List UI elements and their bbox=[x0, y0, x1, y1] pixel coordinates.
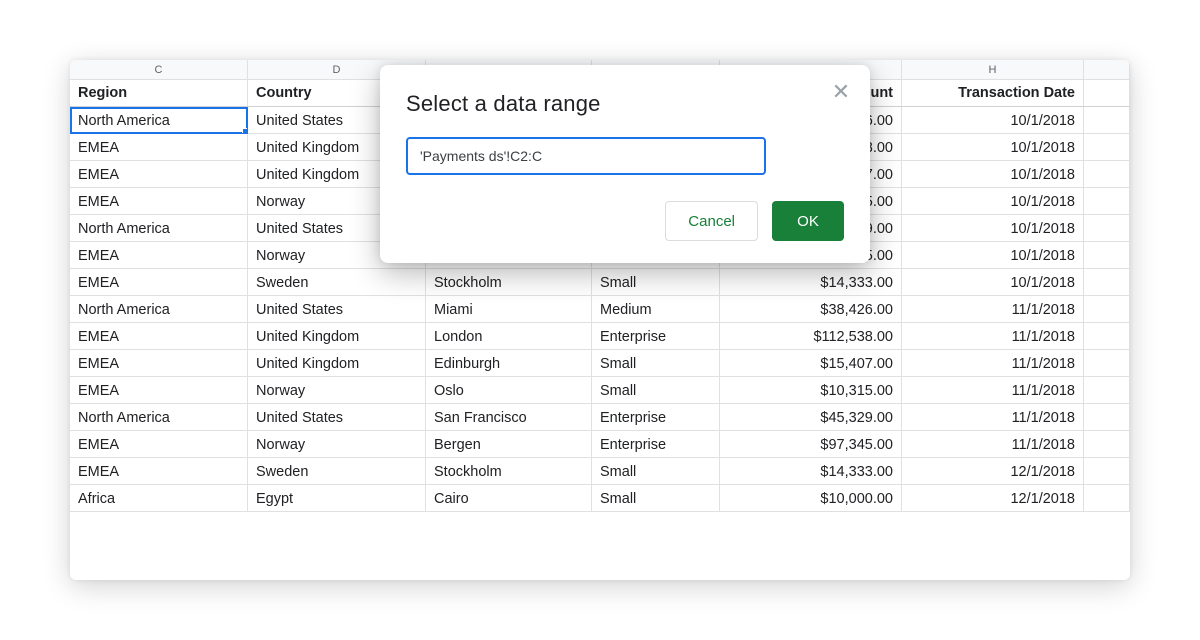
cell-empty[interactable] bbox=[1084, 296, 1130, 323]
cell-region[interactable]: EMEA bbox=[70, 188, 248, 215]
cell-date[interactable]: 10/1/2018 bbox=[902, 107, 1084, 134]
cell-amount[interactable]: $10,315.00 bbox=[720, 377, 902, 404]
cell-amount[interactable]: $14,333.00 bbox=[720, 458, 902, 485]
column-header[interactable]: Transaction Date bbox=[902, 80, 1084, 107]
ok-button[interactable]: OK bbox=[772, 201, 844, 241]
cell-date[interactable]: 10/1/2018 bbox=[902, 269, 1084, 296]
cell-tier[interactable]: Small bbox=[592, 377, 720, 404]
cell-date[interactable]: 11/1/2018 bbox=[902, 323, 1084, 350]
cell-city[interactable]: San Francisco bbox=[426, 404, 592, 431]
cell-country[interactable]: United Kingdom bbox=[248, 323, 426, 350]
cell-empty[interactable] bbox=[1084, 323, 1130, 350]
cell-country[interactable]: Sweden bbox=[248, 458, 426, 485]
cell-region[interactable]: EMEA bbox=[70, 458, 248, 485]
cell-city[interactable]: Stockholm bbox=[426, 269, 592, 296]
cell-amount[interactable]: $14,333.00 bbox=[720, 269, 902, 296]
cell-empty[interactable] bbox=[1084, 161, 1130, 188]
col-letter-c[interactable]: C bbox=[70, 60, 248, 79]
cell-amount[interactable]: $97,345.00 bbox=[720, 431, 902, 458]
cell-region[interactable]: North America bbox=[70, 404, 248, 431]
cell-region[interactable]: EMEA bbox=[70, 377, 248, 404]
cell-empty[interactable] bbox=[1084, 107, 1130, 134]
cell-amount[interactable]: $15,407.00 bbox=[720, 350, 902, 377]
cell-date[interactable]: 10/1/2018 bbox=[902, 188, 1084, 215]
dialog-button-row: Cancel OK bbox=[406, 201, 844, 241]
cell-region[interactable]: North America bbox=[70, 296, 248, 323]
cell-amount[interactable]: $45,329.00 bbox=[720, 404, 902, 431]
col-letter-i[interactable] bbox=[1084, 60, 1130, 79]
cell-amount[interactable]: $10,000.00 bbox=[720, 485, 902, 512]
cell-tier[interactable]: Small bbox=[592, 269, 720, 296]
cell-date[interactable]: 11/1/2018 bbox=[902, 431, 1084, 458]
cell-date[interactable]: 11/1/2018 bbox=[902, 377, 1084, 404]
cell-region[interactable]: EMEA bbox=[70, 242, 248, 269]
cell-city[interactable]: Miami bbox=[426, 296, 592, 323]
cell-country[interactable]: Norway bbox=[248, 377, 426, 404]
cell-country[interactable]: Sweden bbox=[248, 269, 426, 296]
cell-tier[interactable]: Small bbox=[592, 458, 720, 485]
cell-city[interactable]: Cairo bbox=[426, 485, 592, 512]
cell-empty[interactable] bbox=[1084, 485, 1130, 512]
cell-empty[interactable] bbox=[1084, 350, 1130, 377]
cell-empty[interactable] bbox=[1084, 377, 1130, 404]
cell-region[interactable]: EMEA bbox=[70, 431, 248, 458]
cell-amount[interactable]: $112,538.00 bbox=[720, 323, 902, 350]
cell-region[interactable]: North America bbox=[70, 215, 248, 242]
close-icon[interactable]: ✕ bbox=[830, 81, 852, 103]
cell-empty[interactable] bbox=[1084, 404, 1130, 431]
cell-city[interactable]: Oslo bbox=[426, 377, 592, 404]
cell-region[interactable]: EMEA bbox=[70, 134, 248, 161]
select-data-range-dialog: ✕ Select a data range Cancel OK bbox=[380, 65, 870, 263]
cell-tier[interactable]: Medium bbox=[592, 296, 720, 323]
dialog-title: Select a data range bbox=[406, 91, 844, 117]
cell-city[interactable]: London bbox=[426, 323, 592, 350]
cell-empty[interactable] bbox=[1084, 242, 1130, 269]
cell-country[interactable]: United States bbox=[248, 404, 426, 431]
cell-amount[interactable]: $38,426.00 bbox=[720, 296, 902, 323]
cell-date[interactable]: 10/1/2018 bbox=[902, 134, 1084, 161]
cell-date[interactable]: 10/1/2018 bbox=[902, 215, 1084, 242]
cell-tier[interactable]: Enterprise bbox=[592, 404, 720, 431]
cell-tier[interactable]: Enterprise bbox=[592, 323, 720, 350]
cell-empty[interactable] bbox=[1084, 431, 1130, 458]
cell-date[interactable]: 11/1/2018 bbox=[902, 404, 1084, 431]
cell-date[interactable]: 12/1/2018 bbox=[902, 458, 1084, 485]
cell-date[interactable]: 11/1/2018 bbox=[902, 350, 1084, 377]
column-header[interactable] bbox=[1084, 80, 1130, 107]
cell-empty[interactable] bbox=[1084, 269, 1130, 296]
cell-date[interactable]: 11/1/2018 bbox=[902, 296, 1084, 323]
spreadsheet-card: C D E F G H RegionCountryCityTierAmountT… bbox=[70, 60, 1130, 580]
cell-date[interactable]: 10/1/2018 bbox=[902, 161, 1084, 188]
cell-region[interactable]: EMEA bbox=[70, 269, 248, 296]
cell-country[interactable]: Egypt bbox=[248, 485, 426, 512]
cell-region[interactable]: EMEA bbox=[70, 350, 248, 377]
cell-tier[interactable]: Small bbox=[592, 350, 720, 377]
cell-empty[interactable] bbox=[1084, 134, 1130, 161]
cell-city[interactable]: Edinburgh bbox=[426, 350, 592, 377]
cell-region[interactable]: North America bbox=[70, 107, 248, 134]
cell-region[interactable]: Africa bbox=[70, 485, 248, 512]
cell-city[interactable]: Bergen bbox=[426, 431, 592, 458]
cell-country[interactable]: United States bbox=[248, 296, 426, 323]
cell-date[interactable]: 10/1/2018 bbox=[902, 242, 1084, 269]
column-header[interactable]: Region bbox=[70, 80, 248, 107]
data-range-input[interactable] bbox=[406, 137, 766, 175]
cell-tier[interactable]: Enterprise bbox=[592, 431, 720, 458]
cell-region[interactable]: EMEA bbox=[70, 323, 248, 350]
cell-tier[interactable]: Small bbox=[592, 485, 720, 512]
cell-date[interactable]: 12/1/2018 bbox=[902, 485, 1084, 512]
cell-empty[interactable] bbox=[1084, 458, 1130, 485]
cell-region[interactable]: EMEA bbox=[70, 161, 248, 188]
col-letter-h[interactable]: H bbox=[902, 60, 1084, 79]
cancel-button[interactable]: Cancel bbox=[665, 201, 758, 241]
cell-country[interactable]: United Kingdom bbox=[248, 350, 426, 377]
cell-empty[interactable] bbox=[1084, 188, 1130, 215]
cell-country[interactable]: Norway bbox=[248, 431, 426, 458]
cell-empty[interactable] bbox=[1084, 215, 1130, 242]
cell-city[interactable]: Stockholm bbox=[426, 458, 592, 485]
